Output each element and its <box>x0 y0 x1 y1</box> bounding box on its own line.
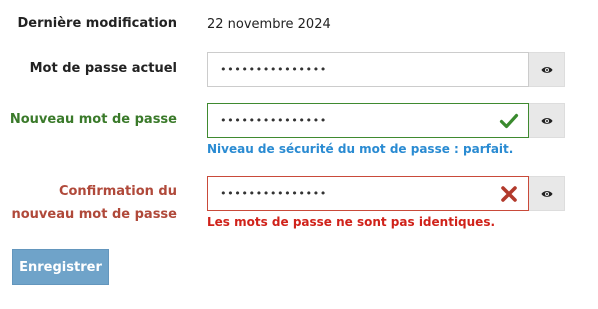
current-password-input[interactable]: ••••••••••••••• <box>207 52 529 87</box>
check-icon <box>499 113 519 129</box>
confirm-password-field: ••••••••••••••• <box>207 176 565 211</box>
new-password-input[interactable]: ••••••••••••••• <box>207 103 529 138</box>
confirm-password-reveal-button[interactable] <box>529 176 565 211</box>
password-strength-message: Niveau de sécurité du mot de passe : par… <box>207 142 514 156</box>
confirm-password-label-line2: nouveau mot de passe <box>11 207 177 222</box>
new-password-reveal-button[interactable] <box>529 103 565 138</box>
confirm-password-label-line1: Confirmation du <box>58 184 177 199</box>
current-password-reveal-button[interactable] <box>529 52 565 87</box>
password-change-form: Dernière modification 22 novembre 2024 M… <box>0 0 598 309</box>
last-modified-value: 22 novembre 2024 <box>207 17 331 32</box>
new-password-field: ••••••••••••••• <box>207 103 565 138</box>
eye-icon <box>541 117 552 124</box>
new-password-label: Nouveau mot de passe <box>9 112 177 127</box>
password-mismatch-message: Les mots de passe ne sont pas identiques… <box>207 215 496 229</box>
current-password-field: ••••••••••••••• <box>207 52 565 87</box>
eye-icon <box>541 66 552 73</box>
current-password-label: Mot de passe actuel <box>29 61 177 76</box>
confirm-password-input[interactable]: ••••••••••••••• <box>207 176 529 211</box>
cross-icon <box>501 186 517 202</box>
eye-icon <box>541 190 552 197</box>
last-modified-label: Dernière modification <box>17 16 177 31</box>
save-button[interactable]: Enregistrer <box>12 249 109 285</box>
